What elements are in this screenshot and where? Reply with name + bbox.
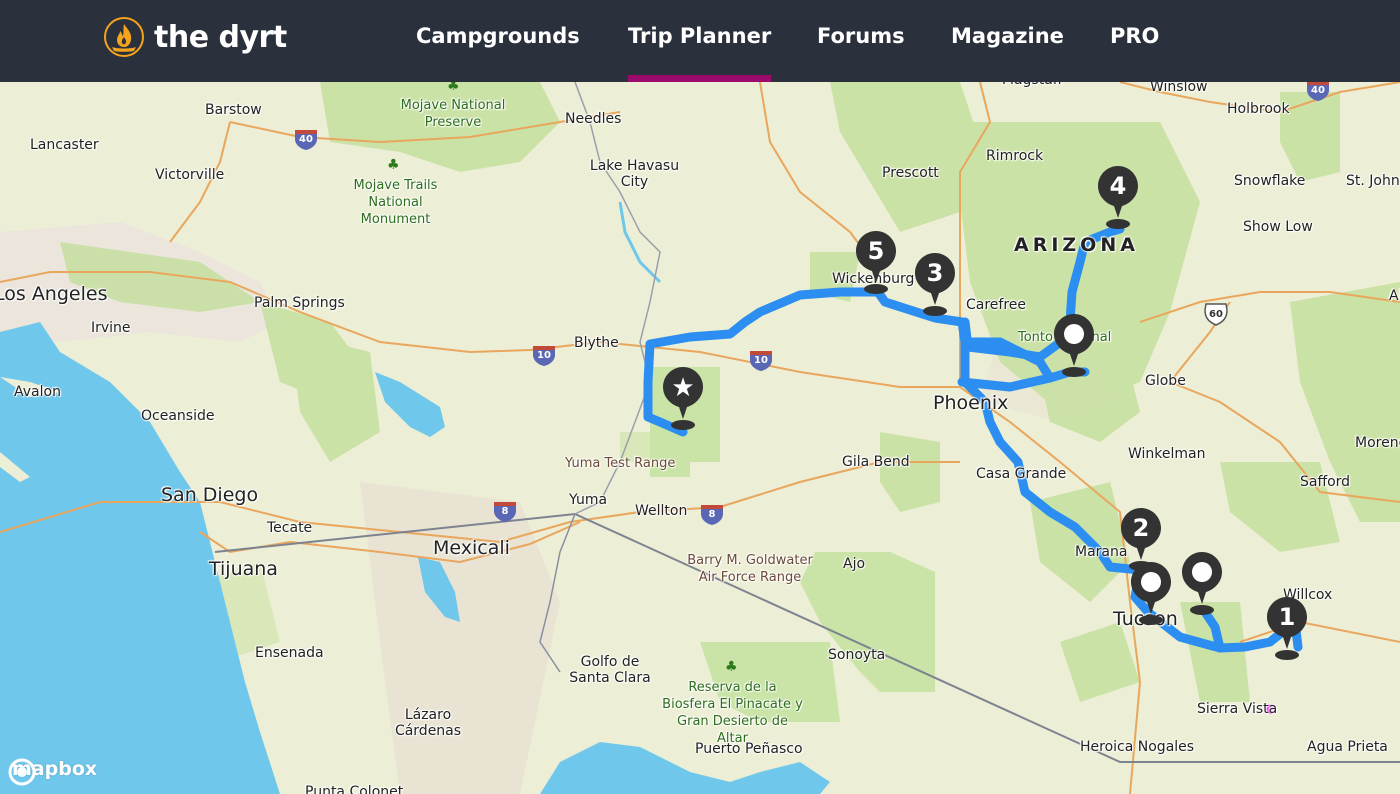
nav-campgrounds[interactable]: Campgrounds [416, 24, 580, 48]
campground-marker[interactable] [1128, 560, 1174, 626]
campground-marker[interactable] [1179, 550, 1225, 616]
stop-marker-5[interactable]: 5 [853, 229, 899, 295]
city-label: Wellton [635, 503, 688, 519]
stop-marker-1[interactable]: 1 [1264, 595, 1310, 661]
top-navbar: the dyrt Campgrounds Trip Planner Forums… [0, 0, 1400, 82]
nav-magazine[interactable]: Magazine [951, 24, 1064, 48]
brand-name: the dyrt [154, 19, 287, 55]
city-label: Prescott [882, 165, 939, 181]
brand-logo[interactable]: the dyrt [103, 16, 287, 58]
city-label: Flagstaff [1002, 82, 1062, 88]
city-label: Punta Colonet [305, 784, 404, 794]
interstate-shield: 10 [531, 343, 557, 367]
park-tree-icon: ♣ [447, 82, 460, 94]
city-label: Lancaster [30, 137, 99, 153]
city-label: Safford [1300, 474, 1351, 490]
campground-marker[interactable] [1051, 312, 1097, 378]
city-label: Rimrock [986, 148, 1044, 164]
interstate-shield: 40 [293, 127, 319, 151]
city-label: Tijuana [209, 558, 278, 580]
city-label: Sierra Vista [1197, 701, 1278, 717]
park-label: Mojave National Preserve [400, 98, 506, 130]
city-label: Palm Springs [254, 295, 345, 311]
city-label: Holbrook [1227, 101, 1290, 117]
trip-map[interactable]: 40 40 10 10 8 8 60 Barstow Lancaster Vic… [0, 82, 1400, 794]
park-label: Reserva de la Biosfera El Pinacate y Gra… [662, 680, 803, 746]
city-label: Blythe [574, 335, 619, 351]
campfire-icon [104, 17, 144, 57]
city-label: Winslow [1150, 82, 1208, 95]
mapbox-attribution[interactable]: mapbox [8, 758, 97, 786]
city-label: San Diego [161, 484, 259, 506]
city-label: Needles [565, 111, 622, 127]
city-label: Casa Grande [976, 466, 1067, 482]
us-highway-shield: 60 [1203, 302, 1229, 326]
active-tab-indicator [628, 75, 771, 82]
city-label: Alpine [1389, 288, 1400, 304]
military-area-label: Barry M. Goldwater Air Force Range [687, 553, 813, 585]
city-label: Tecate [267, 520, 313, 536]
city-label: Snowflake [1234, 173, 1306, 189]
military-area-label: Yuma Test Range [565, 456, 676, 471]
city-label: Barstow [205, 102, 262, 118]
city-label: Show Low [1243, 219, 1313, 235]
state-label: ARIZONA [1014, 234, 1139, 256]
city-label: Winkelman [1128, 446, 1206, 462]
city-label: Sonoyta [828, 647, 886, 663]
city-label: Carefree [966, 297, 1027, 313]
mapbox-logo-icon [8, 758, 36, 786]
city-label: St. Johns [1346, 173, 1400, 189]
city-label: Mexicali [433, 537, 510, 559]
city-label: Morenci [1355, 435, 1400, 451]
map-pin-icon [1054, 314, 1094, 377]
interstate-shield: 8 [699, 502, 725, 526]
park-label: Mojave Trails National Monument [353, 178, 438, 227]
map-pin-icon [1131, 562, 1171, 625]
stop-marker-4[interactable]: 4 [1095, 164, 1141, 230]
city-label: Lázaro Cárdenas [394, 707, 462, 739]
interstate-shield: 40 [1305, 82, 1331, 102]
city-label: Globe [1145, 373, 1186, 389]
nav-pro[interactable]: PRO [1110, 24, 1159, 48]
park-tree-icon: ♣ [725, 659, 738, 675]
city-label: Avalon [14, 384, 61, 400]
nav-forums[interactable]: Forums [817, 24, 905, 48]
city-label: Yuma [569, 492, 608, 508]
stop-marker-3[interactable]: 3 [912, 251, 958, 317]
city-label: Oceanside [141, 408, 215, 424]
nav-trip-planner[interactable]: Trip Planner [628, 24, 771, 48]
city-label: Ensenada [255, 645, 324, 661]
interstate-shield: 10 [748, 348, 774, 372]
trip-start-marker[interactable]: ★ [660, 365, 706, 431]
map-pin-icon [1182, 552, 1222, 615]
city-label: Heroica Nogales [1080, 739, 1195, 755]
park-tree-icon: ♣ [387, 157, 400, 173]
city-label: Victorville [155, 167, 225, 183]
city-label: Gila Bend [842, 454, 910, 470]
city-label: Los Angeles [0, 283, 108, 305]
city-label: Agua Prieta [1307, 739, 1388, 755]
city-label: Irvine [91, 320, 131, 336]
city-label: Lake Havasu City [589, 158, 680, 190]
city-label: Ajo [843, 556, 866, 572]
city-label: Golfo de Santa Clara [569, 654, 651, 686]
interstate-shield: 8 [492, 499, 518, 523]
city-label: Phoenix [933, 392, 1009, 414]
star-icon: ★ [671, 373, 695, 403]
